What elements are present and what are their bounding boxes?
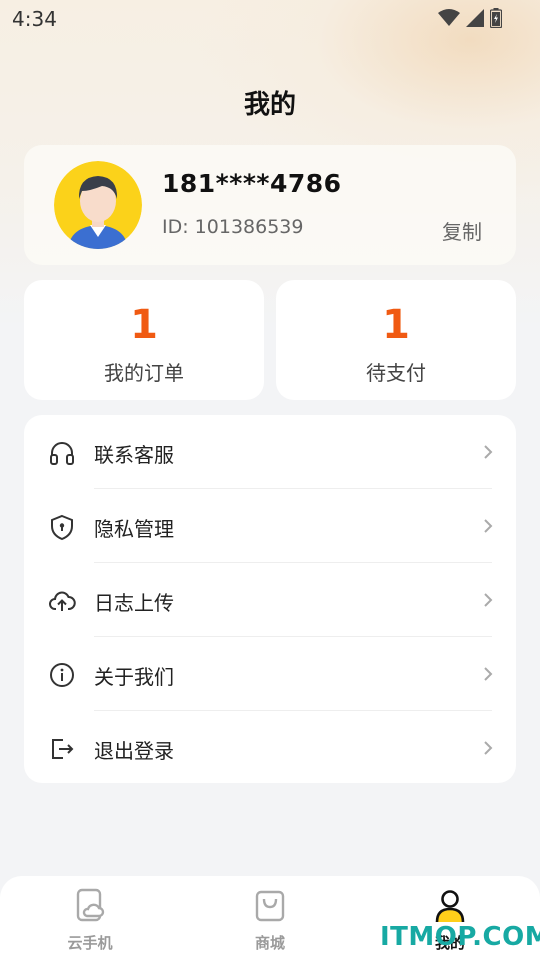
tab-cloud-phone[interactable]: 云手机 [0, 876, 180, 960]
phone-number: 181****4786 [162, 169, 342, 198]
menu-item-label: 联系客服 [94, 443, 174, 467]
cloud-upload-icon [49, 591, 76, 611]
watermark: ITMOP.COM [380, 922, 540, 952]
chevron-right-icon [484, 593, 493, 607]
menu-item-label: 日志上传 [94, 591, 174, 615]
chevron-right-icon [484, 667, 493, 681]
shield-icon [51, 514, 73, 541]
signal-icon [466, 9, 484, 27]
logout-icon [52, 739, 74, 759]
menu-item-label: 退出登录 [94, 739, 174, 763]
headset-icon [50, 442, 74, 465]
tab-label: 云手机 [67, 934, 113, 952]
info-icon [50, 663, 74, 687]
profile-card: 181****4786 ID: 101386539 复制 [24, 145, 516, 265]
page-title: 我的 [243, 90, 296, 120]
status-bar: 4:34 [0, 0, 540, 36]
chevron-right-icon [484, 445, 493, 459]
menu-item-privacy[interactable]: 隐私管理 [24, 489, 516, 563]
status-time: 4:34 [12, 7, 57, 31]
menu-item-logout[interactable]: 退出登录 [24, 711, 516, 785]
menu-item-label: 关于我们 [94, 665, 174, 689]
avatar[interactable] [54, 161, 142, 249]
cloud-phone-icon [76, 888, 105, 922]
battery-icon [490, 8, 502, 28]
pending-payment-card[interactable]: 1 待支付 [276, 280, 516, 400]
pending-count: 1 [382, 302, 410, 348]
user-id: ID: 101386539 [162, 216, 304, 238]
copy-id-button[interactable]: 复制 [442, 216, 482, 245]
menu-item-log-upload[interactable]: 日志上传 [24, 563, 516, 637]
wifi-icon [438, 9, 460, 26]
chevron-right-icon [484, 519, 493, 533]
status-icons [438, 8, 502, 28]
user-icon [435, 890, 465, 923]
my-orders-card[interactable]: 1 我的订单 [24, 280, 264, 400]
tab-label: 商城 [254, 934, 285, 952]
orders-count: 1 [130, 302, 158, 348]
shopping-bag-icon [255, 890, 285, 922]
settings-menu: 联系客服 隐私管理 日志上传 关于我们 退出登录 [24, 415, 516, 783]
chevron-right-icon [484, 741, 493, 755]
tab-mall[interactable]: 商城 [180, 876, 360, 960]
menu-item-label: 隐私管理 [94, 517, 174, 541]
avatar-image [54, 161, 142, 249]
menu-item-customer-service[interactable]: 联系客服 [24, 415, 516, 489]
orders-label: 我的订单 [104, 361, 184, 385]
pending-label: 待支付 [366, 361, 426, 385]
menu-item-about-us[interactable]: 关于我们 [24, 637, 516, 711]
